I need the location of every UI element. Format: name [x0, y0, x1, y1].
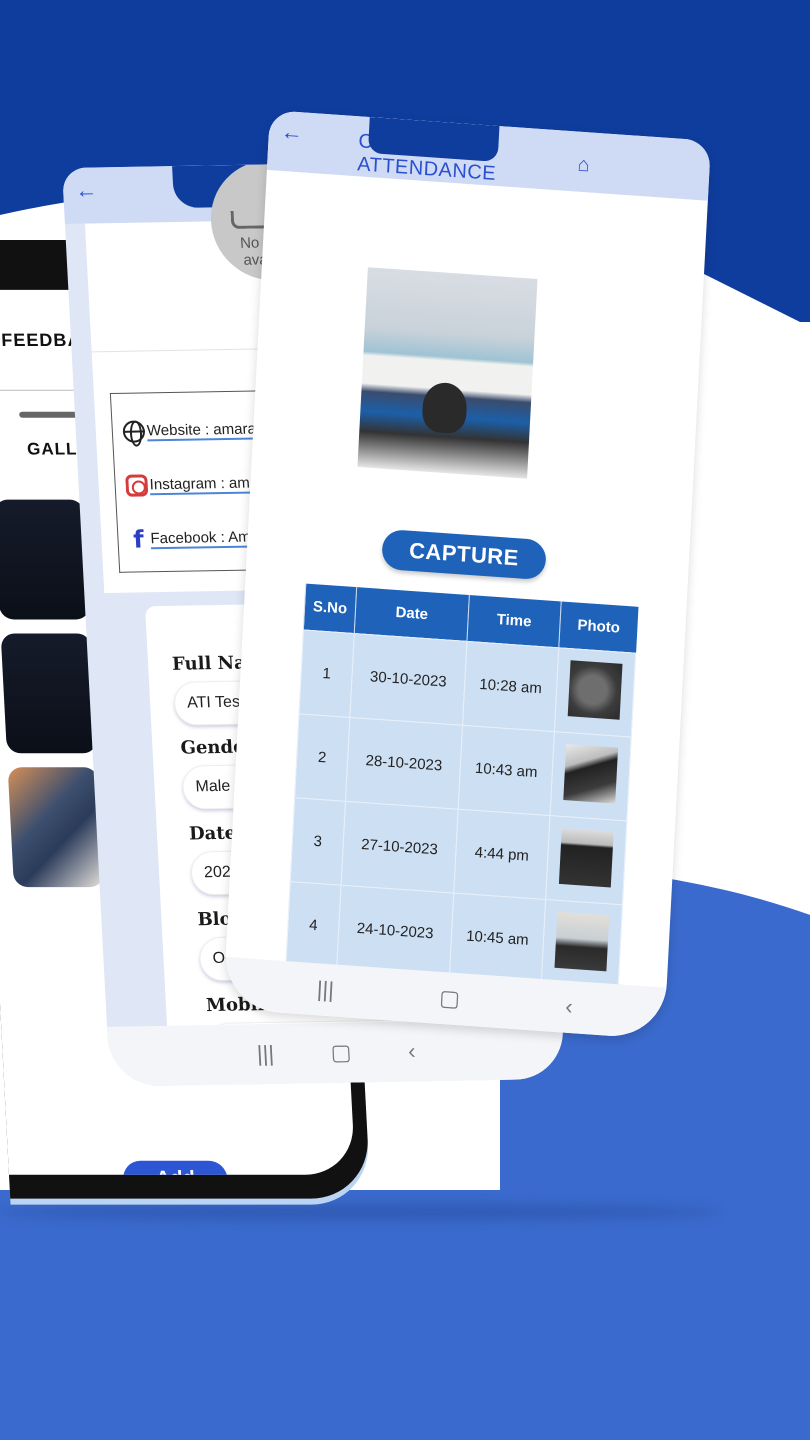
- cell-photo: [554, 647, 636, 737]
- column-header: Time: [466, 595, 562, 648]
- capture-button[interactable]: CAPTURE: [381, 528, 547, 581]
- attendance-table: S.No Date Time Photo 1 30-10-2023 10:28 …: [285, 583, 639, 989]
- recents-icon[interactable]: |||: [316, 976, 334, 1003]
- back-arrow-icon[interactable]: ←: [75, 177, 98, 203]
- cell-time: 10:45 am: [449, 892, 546, 983]
- home-nav-icon[interactable]: ▢: [439, 985, 461, 1012]
- cell-photo: [545, 815, 627, 905]
- instagram-icon: [125, 474, 149, 497]
- gallery-image[interactable]: [7, 767, 105, 888]
- system-nav-bar: ||| ▢ ‹: [107, 1018, 566, 1087]
- attendance-photo-thumbnail[interactable]: [558, 828, 614, 888]
- phone-attendance: ← CAPTURE ATTENDANCE ⌂ CAPTURE S.No Date…: [222, 110, 711, 1040]
- column-header: Photo: [558, 601, 639, 653]
- cell-sno: 4: [285, 881, 342, 969]
- cell-sno: 1: [298, 629, 355, 717]
- cell-time: 10:28 am: [462, 640, 559, 732]
- back-nav-icon[interactable]: ‹: [407, 1038, 416, 1064]
- cell-date: 27-10-2023: [341, 800, 459, 893]
- floor-shadow: [0, 1205, 720, 1219]
- cell-date: 24-10-2023: [336, 884, 454, 977]
- add-button[interactable]: Add: [122, 1160, 229, 1175]
- captured-photo: [357, 267, 538, 479]
- attendance-photo-thumbnail[interactable]: [567, 660, 623, 720]
- attendance-photo-thumbnail[interactable]: [554, 911, 610, 972]
- cell-photo: [550, 731, 632, 821]
- cell-sno: 3: [290, 797, 346, 885]
- facebook-icon: f: [132, 525, 145, 554]
- column-header: Date: [354, 587, 470, 641]
- cell-date: 28-10-2023: [345, 716, 463, 809]
- cell-sno: 2: [294, 713, 350, 801]
- home-icon[interactable]: ⌂: [577, 154, 590, 178]
- back-nav-icon[interactable]: ‹: [565, 994, 574, 1020]
- cell-time: 10:43 am: [458, 724, 555, 816]
- recents-icon[interactable]: |||: [256, 1041, 275, 1067]
- attendance-screen: ← CAPTURE ATTENDANCE ⌂ CAPTURE S.No Date…: [222, 110, 711, 1040]
- column-header: S.No: [303, 583, 357, 634]
- cell-date: 30-10-2023: [349, 633, 467, 725]
- cell-photo: [541, 899, 623, 989]
- home-nav-icon[interactable]: ▢: [330, 1040, 352, 1066]
- person-silhouette: [421, 381, 468, 435]
- back-arrow-icon[interactable]: ←: [280, 119, 303, 146]
- cell-time: 4:44 pm: [453, 808, 551, 900]
- gallery-image[interactable]: [0, 633, 98, 754]
- globe-icon: [122, 420, 146, 443]
- attendance-photo-thumbnail[interactable]: [563, 744, 619, 804]
- gallery-image[interactable]: [0, 499, 91, 620]
